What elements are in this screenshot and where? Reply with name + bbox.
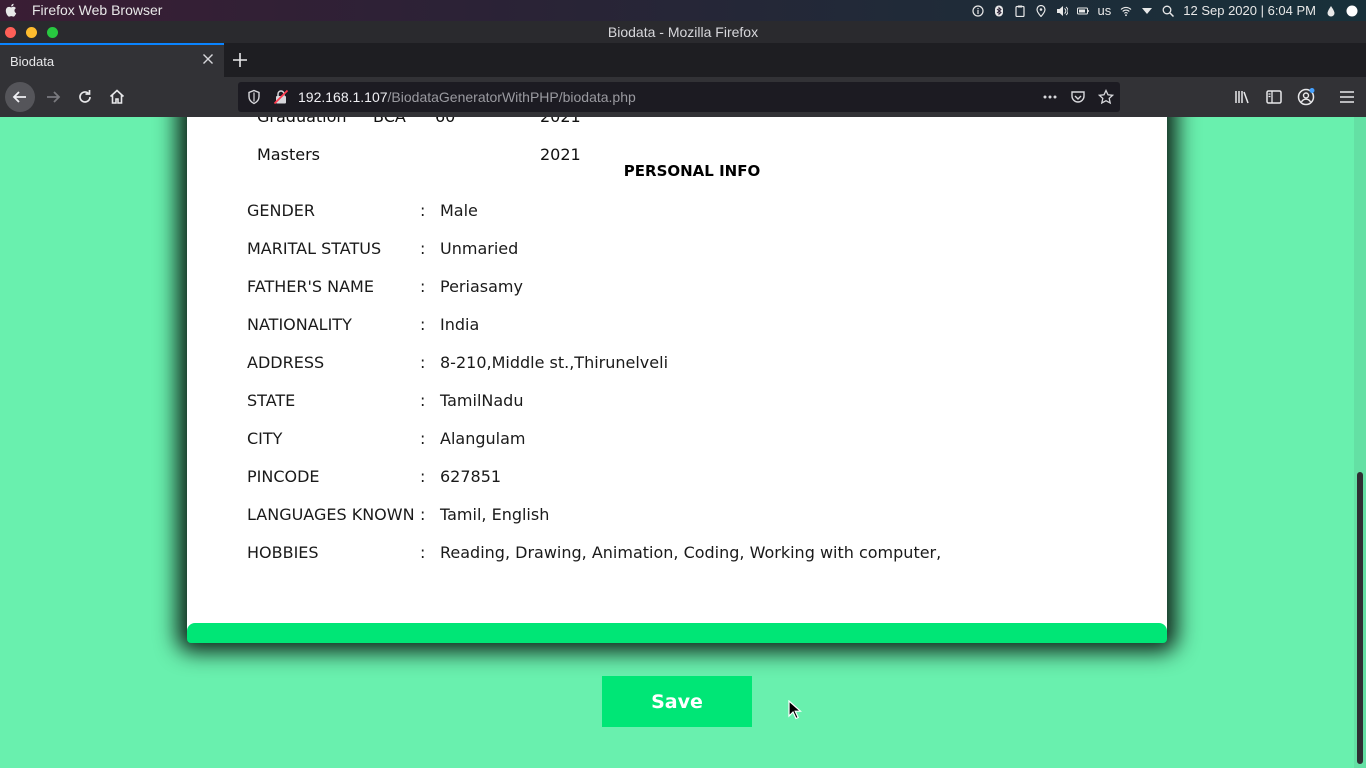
bluetooth-icon[interactable] [993, 5, 1005, 17]
info-value: Reading, Drawing, Animation, Coding, Wor… [440, 543, 942, 562]
info-value: Unmaried [440, 239, 519, 258]
info-separator: : [420, 201, 426, 220]
page-viewport[interactable]: Graduation BCA 60 2021 Masters 2021 PERS… [0, 117, 1354, 768]
system-tray: us 12 Sep 2020 | 6:04 PM [971, 0, 1358, 21]
keyboard-layout[interactable]: us [1098, 3, 1112, 18]
insecure-lock-icon[interactable] [273, 89, 289, 105]
account-button[interactable] [1291, 82, 1321, 112]
info-separator: : [420, 543, 426, 562]
caret-down-icon[interactable] [1141, 5, 1153, 17]
info-key: MARITAL STATUS [247, 239, 382, 258]
tab-label: Biodata [10, 54, 55, 69]
info-key: ADDRESS [247, 353, 325, 372]
info-key: PINCODE [247, 467, 320, 486]
info-separator: : [420, 467, 426, 486]
arrow-right-icon [47, 91, 61, 103]
info-separator: : [420, 277, 426, 296]
education-row: Graduation BCA 60 2021 [257, 117, 617, 129]
location-icon[interactable] [1035, 4, 1047, 17]
notification-circle-icon[interactable] [1346, 5, 1358, 17]
info-value: India [440, 315, 480, 334]
os-menu-bar: Firefox Web Browser us 12 Sep 2020 | 6:0… [0, 0, 1366, 21]
info-separator: : [420, 391, 426, 410]
close-icon[interactable] [202, 53, 214, 65]
info-separator: : [420, 239, 426, 258]
info-key: FATHER'S NAME [247, 277, 374, 296]
home-icon [109, 89, 125, 104]
page-actions-icon[interactable] [1042, 89, 1058, 105]
sidebar-icon [1266, 90, 1282, 104]
reload-button[interactable] [70, 82, 100, 112]
info-separator: : [420, 315, 426, 334]
info-value: TamilNadu [440, 391, 524, 410]
info-key: HOBBIES [247, 543, 319, 562]
tracking-shield-icon[interactable] [246, 89, 262, 105]
mouse-cursor-icon [788, 700, 802, 720]
forward-button[interactable] [38, 82, 68, 112]
window-title: Biodata - Mozilla Firefox [607, 24, 759, 40]
sheet-footer-bar [187, 623, 1167, 643]
address-bar[interactable]: 192.168.1.107/BiodataGeneratorWithPHP/bi… [238, 82, 1120, 112]
drop-icon[interactable] [1325, 5, 1337, 17]
arrow-left-icon [12, 91, 26, 103]
clipboard-icon[interactable] [1014, 5, 1026, 17]
info-value: Periasamy [440, 277, 523, 296]
volume-icon[interactable] [1056, 5, 1068, 17]
new-tab-plus-icon[interactable] [231, 51, 249, 69]
search-icon[interactable] [1162, 5, 1175, 17]
info-separator: : [420, 505, 426, 524]
battery-icon[interactable] [1076, 5, 1089, 17]
home-button[interactable] [102, 82, 132, 112]
library-icon [1235, 91, 1249, 104]
vertical-scrollbar[interactable] [1354, 117, 1366, 768]
bookmark-star-icon[interactable] [1098, 89, 1114, 105]
apple-icon[interactable] [4, 2, 18, 18]
tab-biodata[interactable]: Biodata [0, 43, 224, 77]
tab-strip: Biodata [0, 43, 1366, 77]
info-icon[interactable] [971, 4, 984, 17]
info-value: Tamil, English [440, 505, 550, 524]
education-year: 2021 [540, 117, 581, 126]
education-percent: 60 [435, 117, 455, 126]
hamburger-menu-icon [1340, 91, 1354, 103]
back-button[interactable] [5, 82, 35, 112]
url-path: /BiodataGeneratorWithPHP/biodata.php [387, 89, 636, 105]
info-key: NATIONALITY [247, 315, 352, 334]
library-button[interactable] [1227, 82, 1257, 112]
info-key: STATE [247, 391, 296, 410]
info-value: Alangulam [440, 429, 526, 448]
info-value: 8-210,Middle st.,Thirunelveli [440, 353, 669, 372]
scrollbar-thumb[interactable] [1357, 472, 1363, 764]
info-separator: : [420, 429, 426, 448]
biodata-sheet: Graduation BCA 60 2021 Masters 2021 PERS… [187, 117, 1167, 642]
pocket-icon[interactable] [1070, 89, 1086, 105]
info-key: GENDER [247, 201, 316, 220]
menu-button[interactable] [1332, 82, 1362, 112]
info-separator: : [420, 353, 426, 372]
education-course: Graduation [257, 117, 347, 126]
account-icon [1297, 88, 1315, 106]
window-title-bar: Biodata - Mozilla Firefox [0, 21, 1366, 43]
clock[interactable]: 12 Sep 2020 | 6:04 PM [1183, 3, 1316, 18]
sidebar-button[interactable] [1259, 82, 1289, 112]
reload-icon [79, 90, 91, 103]
wifi-icon[interactable] [1120, 5, 1132, 17]
url-text[interactable]: 192.168.1.107/BiodataGeneratorWithPHP/bi… [298, 89, 636, 105]
education-degree: BCA [373, 117, 406, 126]
personal-info-heading: PERSONAL INFO [623, 162, 761, 180]
active-app-name[interactable]: Firefox Web Browser [32, 2, 162, 18]
save-button[interactable]: Save [602, 676, 752, 727]
info-key: LANGUAGES KNOWN [247, 505, 415, 524]
info-value: 627851 [440, 467, 502, 486]
info-value: Male [440, 201, 478, 220]
info-key: CITY [247, 429, 283, 448]
url-host: 192.168.1.107 [298, 89, 388, 105]
navigation-toolbar: 192.168.1.107/BiodataGeneratorWithPHP/bi… [0, 77, 1366, 117]
